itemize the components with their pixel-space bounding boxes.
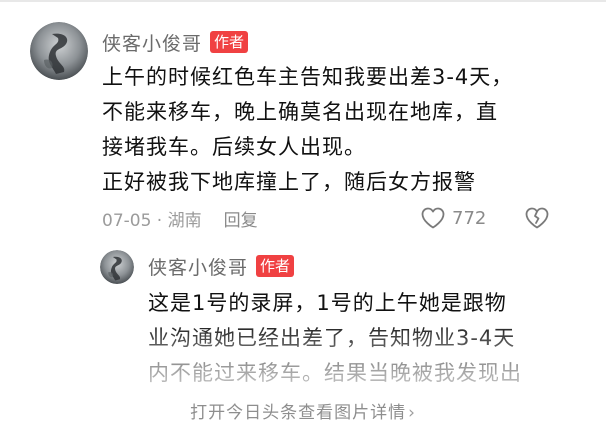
comment-date-location: 07-05 · 湖南 — [102, 210, 202, 231]
reply-author-name[interactable]: 侠客小俊哥 — [148, 253, 248, 280]
broken-heart-icon — [525, 207, 549, 229]
author-name[interactable]: 侠客小俊哥 — [102, 29, 202, 56]
like-count: 772 — [452, 207, 487, 229]
reply-avatar[interactable] — [100, 250, 134, 284]
open-app-link[interactable]: 打开今日头条查看图片详情 › — [0, 398, 606, 423]
heart-outline-icon — [421, 207, 445, 229]
reply-avatar-image — [100, 250, 134, 284]
comment-text: 上午的时候红色车主告知我要出差3-4天， 不能来移车，晚上确莫名出现在地库，直 … — [102, 65, 514, 194]
chevron-right-icon: › — [408, 403, 416, 423]
like-button[interactable]: 772 — [420, 204, 486, 232]
comment-meta-row: 07-05 · 湖南 回复 772 — [102, 204, 592, 232]
avatar[interactable] — [30, 22, 88, 80]
reply-author-badge: 作者 — [256, 255, 295, 277]
open-app-link-text: 打开今日头条查看图片详情 — [190, 403, 407, 423]
reply-author-row: 侠客小俊哥 作者 — [148, 252, 295, 280]
comment-screenshot: 侠客小俊哥 作者 上午的时候红色车主告知我要出差3-4天， 不能来移车，晚上确莫… — [0, 0, 606, 438]
reply-button[interactable]: 回复 — [224, 206, 258, 231]
reply-item: 侠客小俊哥 作者 这是1号的录屏，1号的上午她是跟物 业沟通她已经出差了，告知物… — [100, 250, 590, 390]
dislike-button[interactable] — [524, 206, 550, 232]
author-row: 侠客小俊哥 作者 — [102, 28, 249, 56]
avatar-image — [30, 22, 88, 80]
reply-text: 这是1号的录屏，1号的上午她是跟物 业沟通她已经出差了，告知物业3-4天 内不能… — [148, 291, 522, 385]
top-divider — [0, 0, 606, 2]
author-badge: 作者 — [210, 31, 249, 53]
